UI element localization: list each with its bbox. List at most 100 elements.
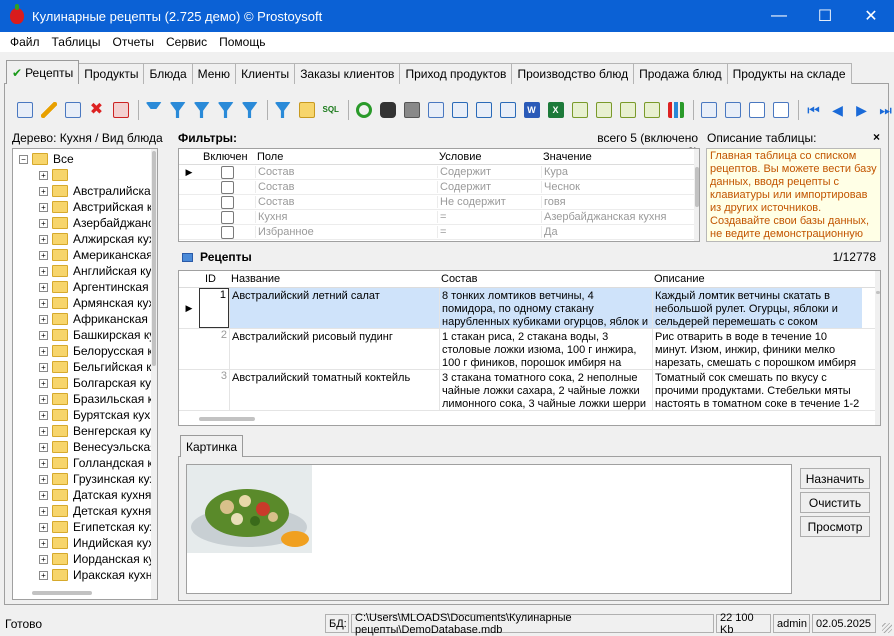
column-description[interactable]: Описание xyxy=(652,273,862,285)
tree-item[interactable]: +Белорусская кухня xyxy=(19,343,157,359)
properties-icon[interactable] xyxy=(770,100,791,121)
tree-item[interactable]: +Башкирская кухня xyxy=(19,327,157,343)
expand-icon[interactable]: + xyxy=(39,234,48,244)
refresh-icon[interactable] xyxy=(353,100,374,121)
column-field[interactable]: Поле xyxy=(255,151,437,163)
tree-item[interactable]: +Американская кухня xyxy=(19,247,157,263)
menu-file[interactable]: Файл xyxy=(4,35,46,49)
close-button[interactable]: ✕ xyxy=(848,0,894,32)
tree-item[interactable]: +Голландская кухня xyxy=(19,455,157,471)
tree-item-root[interactable]: − Все xyxy=(19,151,157,167)
html-export-icon[interactable] xyxy=(569,100,590,121)
tree-item[interactable]: +Грузинская кухня xyxy=(19,471,157,487)
tree-item[interactable]: +Алжирская кухня xyxy=(19,231,157,247)
tree-item[interactable]: + Иракская кухня xyxy=(19,567,157,583)
tree-item[interactable]: +Болгарская кухня xyxy=(19,375,157,391)
column-name[interactable]: Название xyxy=(229,273,439,285)
filter-edit-icon[interactable] xyxy=(239,100,260,121)
column-enabled[interactable]: Включен xyxy=(199,151,255,163)
tree-hscroll[interactable] xyxy=(32,591,92,595)
csv-export-icon[interactable] xyxy=(641,100,662,121)
column-value[interactable]: Значение xyxy=(541,151,689,163)
export-icon[interactable] xyxy=(449,100,470,121)
menu-service[interactable]: Сервис xyxy=(160,35,213,49)
tab-dish-production[interactable]: Производство блюд xyxy=(511,63,635,84)
expand-icon[interactable]: + xyxy=(39,410,48,420)
filter-outline-icon[interactable] xyxy=(215,100,236,121)
expand-icon[interactable]: + xyxy=(39,250,48,260)
expand-icon[interactable]: + xyxy=(39,442,48,452)
filter-row[interactable]: Состав Не содержит говя xyxy=(179,195,699,210)
view-button[interactable]: Просмотр xyxy=(800,516,870,537)
copy-record-icon[interactable] xyxy=(62,100,83,121)
filter-row[interactable]: Состав Содержит Чеснок xyxy=(179,180,699,195)
print-preview-icon[interactable] xyxy=(425,100,446,121)
expand-icon[interactable]: + xyxy=(39,506,48,516)
txt-export-icon[interactable] xyxy=(593,100,614,121)
menu-reports[interactable]: Отчеты xyxy=(107,35,160,49)
expand-icon[interactable]: + xyxy=(39,298,48,308)
tab-client-orders[interactable]: Заказы клиентов xyxy=(294,63,401,84)
expand-icon[interactable]: + xyxy=(39,538,48,548)
filter-clear-icon[interactable] xyxy=(167,100,188,121)
sql-icon[interactable]: SQL xyxy=(320,100,341,121)
tree-item[interactable]: + Детская кухня xyxy=(19,503,157,519)
excel-export-icon[interactable]: X xyxy=(545,100,566,121)
tree-item[interactable]: +Венесуэльская кухня xyxy=(19,439,157,455)
expand-icon[interactable]: + xyxy=(39,426,48,436)
recipe-row[interactable]: ▶ 1 Австралийский летний салат 8 тонких лом… xyxy=(179,288,880,329)
expand-icon[interactable]: + xyxy=(39,202,48,212)
expand-icon[interactable]: + xyxy=(39,522,48,532)
tree-item[interactable]: +Африканская кухня xyxy=(19,311,157,327)
expand-icon[interactable]: + xyxy=(39,490,48,500)
enabled-checkbox[interactable] xyxy=(220,180,234,194)
tree-item[interactable]: + Бурятская кухня xyxy=(19,407,157,423)
tree-item[interactable]: +Австрийская кухня xyxy=(19,199,157,215)
expand-icon[interactable]: + xyxy=(39,314,48,324)
tab-menu[interactable]: Меню xyxy=(191,63,237,84)
expand-icon[interactable]: + xyxy=(39,346,48,356)
filter-panel-icon[interactable] xyxy=(272,100,293,121)
resize-grip[interactable] xyxy=(882,623,892,633)
enabled-checkbox[interactable] xyxy=(220,225,234,239)
first-record-icon[interactable]: ⏮ xyxy=(803,100,824,121)
expand-icon[interactable]: + xyxy=(39,394,48,404)
expand-icon[interactable]: + xyxy=(39,282,48,292)
import-icon[interactable] xyxy=(473,100,494,121)
maximize-button[interactable]: ☐ xyxy=(802,0,848,32)
expand-icon[interactable]: + xyxy=(39,554,48,564)
tab-products[interactable]: Продукты xyxy=(78,63,145,84)
recipes-hscroll[interactable] xyxy=(199,417,255,421)
new-record-icon[interactable] xyxy=(14,100,35,121)
sort-icon[interactable] xyxy=(698,100,719,121)
tree-item[interactable]: +Иорданская кухня xyxy=(19,551,157,567)
delete-icon[interactable]: ✖ xyxy=(86,100,107,121)
expand-icon[interactable]: + xyxy=(39,186,48,196)
word-export-icon[interactable]: W xyxy=(521,100,542,121)
tab-product-receipt[interactable]: Приход продуктов xyxy=(399,63,513,84)
tree-item[interactable]: +Венгерская кухня xyxy=(19,423,157,439)
tab-clients[interactable]: Клиенты xyxy=(235,63,296,84)
tree-item[interactable]: +Азербайджанская кухня xyxy=(19,215,157,231)
tab-picture[interactable]: Картинка xyxy=(180,435,244,457)
expand-icon[interactable]: + xyxy=(39,330,48,340)
collapse-icon[interactable]: − xyxy=(19,154,28,164)
expand-icon[interactable]: + xyxy=(39,266,48,276)
tree-item[interactable]: +Бразильская кухня xyxy=(19,391,157,407)
prev-record-icon[interactable]: ◀ xyxy=(827,100,848,121)
enabled-checkbox[interactable] xyxy=(220,195,234,209)
tab-stock[interactable]: Продукты на складе xyxy=(726,63,852,84)
recipe-row[interactable]: 2 Австралийский рисовый пудинг 1 стакан ри… xyxy=(179,329,880,370)
column-composition[interactable]: Состав xyxy=(439,273,652,285)
close-description-icon[interactable]: × xyxy=(873,130,880,144)
binoculars-icon[interactable] xyxy=(377,100,398,121)
enabled-checkbox[interactable] xyxy=(220,210,234,224)
tree-item[interactable]: +Английская кухня xyxy=(19,263,157,279)
recipe-row[interactable]: 3 Австралийский томатный коктейль 3 стакан… xyxy=(179,370,880,411)
column-condition[interactable]: Условие xyxy=(437,151,541,163)
filter-icon[interactable] xyxy=(143,100,164,121)
expand-icon[interactable]: + xyxy=(39,458,48,468)
tree-item[interactable]: + xyxy=(19,167,157,183)
filter-row[interactable]: ▶ Состав Содержит Кура xyxy=(179,165,699,180)
chart-icon[interactable] xyxy=(665,100,686,121)
